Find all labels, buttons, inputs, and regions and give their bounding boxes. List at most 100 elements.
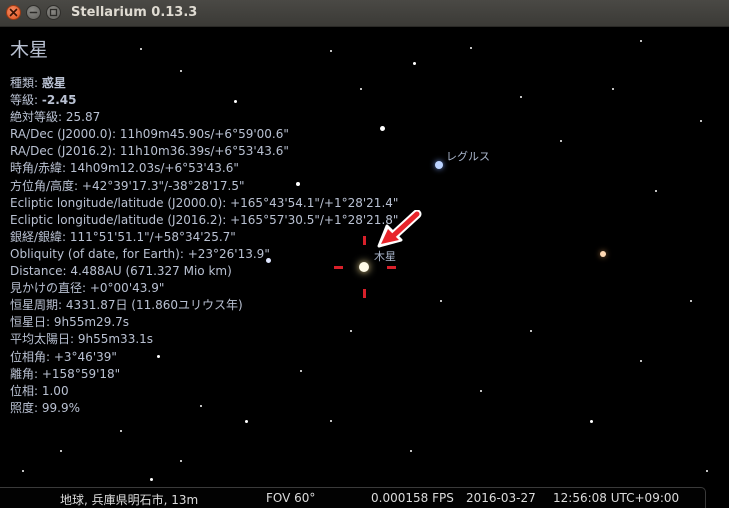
info-line: 銀経/銀緯: 111°51'51.1"/+58°34'25.7": [10, 229, 398, 246]
info-line-label: Distance:: [10, 264, 71, 279]
maximize-icon: [49, 8, 58, 17]
info-line: 種類: 惑星: [10, 75, 398, 92]
status-location[interactable]: 地球, 兵庫県明石市, 13m: [60, 491, 198, 508]
info-line: 等級: -2.45: [10, 92, 398, 109]
info-lines: 種類: 惑星 等級: -2.45 絶対等級: 25.87 RA/Dec (J2000.…: [10, 75, 398, 417]
info-line-value: +0°00'43.9": [89, 281, 165, 296]
info-line: 方位角/高度: +42°39'17.3"/-38°28'17.5": [10, 178, 398, 195]
info-line: 絶対等級: 25.87: [10, 109, 398, 126]
info-line-label: Ecliptic longitude/latitude (J2016.2):: [10, 212, 231, 227]
info-line: 照度: 99.9%: [10, 400, 398, 417]
info-line-value: +165°43'54.1"/+1°28'21.4": [230, 195, 399, 210]
info-line: 時角/赤緯: 14h09m12.03s/+6°53'43.6": [10, 160, 398, 177]
star: [440, 300, 442, 302]
stellarium-window: Stellarium 0.13.3 レグルス 木星 木星 種類: 惑星 等級: …: [0, 0, 729, 508]
star: [245, 420, 248, 423]
info-line-value: 9h55m29.7s: [53, 315, 130, 330]
star: [700, 120, 702, 122]
star: [330, 420, 332, 422]
label-regulus: レグルス: [446, 150, 490, 163]
info-line-label: 等級:: [10, 93, 42, 108]
info-line: 恒星周期: 4331.87日 (11.860ユリウス年): [10, 297, 398, 314]
maximize-button[interactable]: [46, 5, 61, 20]
status-fov: FOV 60°: [266, 491, 316, 505]
info-line: 離角: +158°59'18": [10, 366, 398, 383]
star: [22, 470, 24, 472]
star: [655, 190, 657, 192]
star: [120, 430, 122, 432]
info-line-label: Obliquity (of date, for Earth):: [10, 246, 188, 261]
info-line-value: 1.00: [41, 383, 69, 398]
info-line-value: +42°39'17.3"/-38°28'17.5": [81, 178, 245, 193]
info-line-value: +158°59'18": [41, 366, 121, 381]
star: [470, 47, 472, 49]
info-line-label: RA/Dec (J2016.2):: [10, 144, 120, 159]
status-fps: 0.000158 FPS: [371, 491, 454, 505]
info-line-value: 14h09m12.03s/+6°53'43.6": [69, 161, 239, 176]
info-line-label: RA/Dec (J2000.0):: [10, 127, 120, 142]
window-title: Stellarium 0.13.3: [71, 5, 198, 20]
close-button[interactable]: [6, 5, 21, 20]
info-line-label: 銀経/銀緯:: [10, 229, 70, 244]
info-line-value: 4331.87日 (11.860ユリウス年): [65, 298, 243, 313]
info-line-value: +3°46'39": [53, 349, 117, 364]
info-line-value: 11h10m36.39s/+6°53'43.6": [119, 144, 289, 159]
info-line: 平均太陽日: 9h55m33.1s: [10, 331, 398, 348]
info-line-label: 絶対等級:: [10, 110, 66, 125]
star: [600, 251, 606, 257]
info-line: Obliquity (of date, for Earth): +23°26'1…: [10, 246, 398, 263]
star: [150, 478, 153, 481]
info-line: 位相角: +3°46'39": [10, 349, 398, 366]
star: [413, 62, 416, 65]
info-line: 恒星日: 9h55m29.7s: [10, 314, 398, 331]
info-line-label: 位相:: [10, 383, 42, 398]
info-line: RA/Dec (J2000.0): 11h09m45.90s/+6°59'00.…: [10, 126, 398, 143]
object-name: 木星: [10, 39, 49, 61]
info-line-value: 25.87: [65, 110, 101, 125]
info-line: Ecliptic longitude/latitude (J2016.2): +…: [10, 212, 398, 229]
status-time: 12:56:08 UTC+09:00: [553, 491, 680, 505]
minimize-button[interactable]: [26, 5, 41, 20]
star: [640, 40, 642, 42]
star: [180, 460, 182, 462]
status-date: 2016-03-27: [466, 491, 536, 505]
info-line: Distance: 4.488AU (671.327 Mio km): [10, 263, 398, 280]
info-line-label: Ecliptic longitude/latitude (J2000.0):: [10, 195, 231, 210]
star: [560, 140, 562, 142]
star: [60, 450, 62, 452]
star: [530, 330, 532, 332]
star: [435, 161, 443, 169]
info-line-value: +165°57'30.5"/+1°28'21.8": [230, 212, 399, 227]
minimize-icon: [29, 11, 38, 14]
star: [520, 96, 522, 98]
info-line-value: 惑星: [41, 76, 66, 90]
info-line-label: 平均太陽日:: [10, 332, 78, 347]
star: [590, 420, 593, 423]
info-line-label: 恒星日:: [10, 315, 54, 330]
star: [640, 360, 642, 362]
info-line-value: 4.488AU (671.327 Mio km): [70, 264, 232, 279]
star: [410, 450, 412, 452]
info-line: 見かけの直径: +0°00'43.9": [10, 280, 398, 297]
info-line-label: 恒星周期:: [10, 298, 66, 313]
star: [706, 470, 708, 472]
star: [612, 88, 614, 90]
info-line: RA/Dec (J2016.2): 11h10m36.39s/+6°53'43.…: [10, 143, 398, 160]
info-line-label: 照度:: [10, 400, 42, 415]
star: [480, 390, 482, 392]
info-line-value: 11h09m45.90s/+6°59'00.6": [119, 127, 289, 142]
title-bar[interactable]: Stellarium 0.13.3: [0, 0, 729, 27]
info-line-label: 見かけの直径:: [10, 281, 90, 296]
object-info-panel: 木星 種類: 惑星 等級: -2.45 絶対等級: 25.87 RA/Dec (J20…: [10, 37, 398, 417]
info-line-value: -2.45: [41, 93, 77, 108]
status-bar[interactable]: 地球, 兵庫県明石市, 13m FOV 60° 0.000158 FPS 201…: [0, 487, 706, 508]
info-line-value: 99.9%: [41, 400, 80, 415]
close-icon: [9, 8, 18, 17]
info-line-label: 離角:: [10, 366, 42, 381]
info-line: Ecliptic longitude/latitude (J2000.0): +…: [10, 195, 398, 212]
info-line-value: 9h55m33.1s: [77, 332, 154, 347]
info-line-value: +23°26'13.9": [187, 246, 270, 261]
info-line: 位相: 1.00: [10, 383, 398, 400]
info-line-label: 位相角:: [10, 349, 54, 364]
info-line-label: 種類:: [10, 76, 42, 90]
